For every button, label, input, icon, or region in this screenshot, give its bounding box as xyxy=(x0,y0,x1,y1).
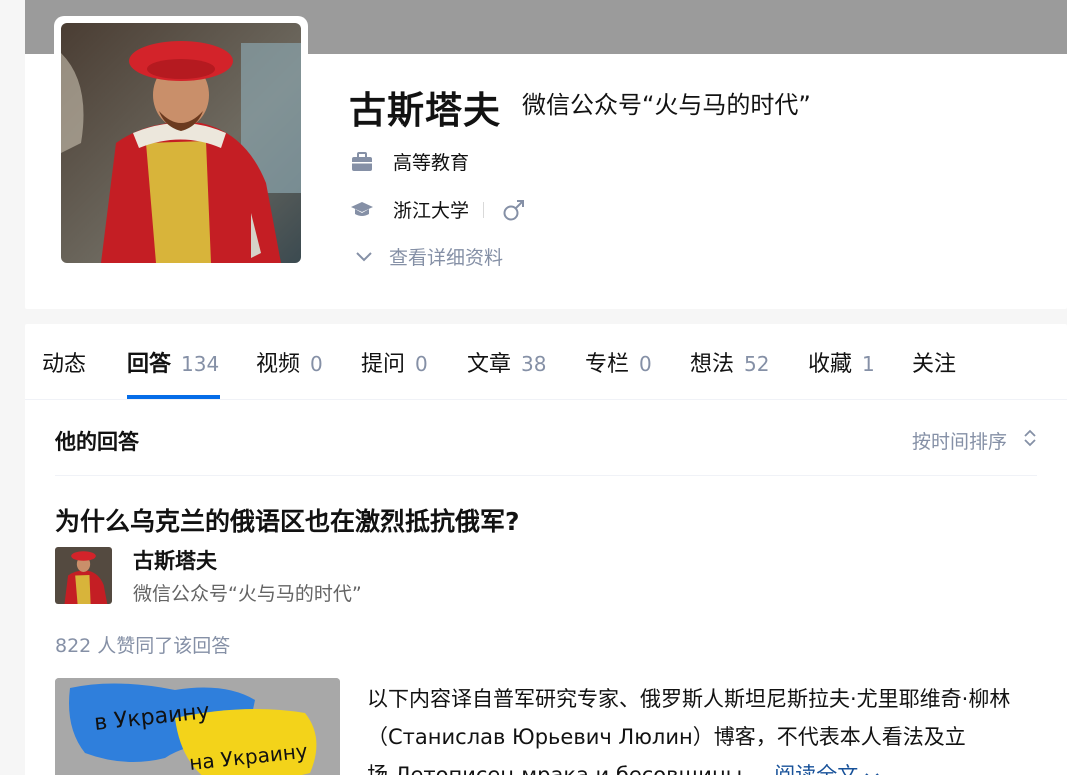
tab-count: 0 xyxy=(415,352,428,376)
read-more-link[interactable]: 阅读全文 xyxy=(774,763,879,775)
tab-count: 38 xyxy=(521,352,547,376)
answer-excerpt: 以下内容译自普军研究专家、俄罗斯人斯坦尼斯拉夫·尤里耶维奇·柳林（Станисл… xyxy=(367,680,1037,775)
tab-videos[interactable]: 视频 0 xyxy=(256,346,323,378)
view-details-button[interactable]: 查看详细资料 xyxy=(355,243,503,270)
author-name-link[interactable]: 古斯塔夫 xyxy=(133,545,217,575)
sort-by-time-button[interactable]: 按时间排序 xyxy=(912,427,1037,454)
portrait-thumbnail xyxy=(55,547,112,604)
tab-answers[interactable]: 回答 134 xyxy=(127,346,219,378)
profile-tabs: 动态 回答 134 视频 0 提问 0 文章 38 专栏 0 想法 52 收藏 … xyxy=(25,324,1067,400)
industry-text: 高等教育 xyxy=(393,152,470,174)
tab-collections[interactable]: 收藏 1 xyxy=(808,346,875,378)
profile-name: 古斯塔夫 xyxy=(349,89,501,132)
tab-articles[interactable]: 文章 38 xyxy=(467,346,546,378)
briefcase-icon xyxy=(349,149,375,175)
author-avatar[interactable] xyxy=(55,547,112,604)
chevron-down-icon xyxy=(355,246,373,268)
sort-label: 按时间排序 xyxy=(911,431,1007,453)
school-text: 浙江大学 xyxy=(393,200,470,222)
excerpt-text: 以下内容译自普军研究专家、俄罗斯人斯坦尼斯拉夫·尤里耶维奇·柳林（Станисл… xyxy=(367,687,1011,775)
male-gender-icon xyxy=(502,197,528,223)
tab-count: 0 xyxy=(639,352,652,376)
tab-count: 1 xyxy=(862,352,875,376)
read-more-label: 阅读全文 xyxy=(774,763,859,775)
ukraine-map-image: в Украину на Украину xyxy=(55,678,340,775)
divider xyxy=(483,201,485,218)
section-title: 他的回答 xyxy=(55,430,139,454)
industry-row: 高等教育 xyxy=(349,148,469,175)
tab-pins[interactable]: 想法 52 xyxy=(690,346,769,378)
author-headline: 微信公众号“火与马的时代” xyxy=(133,583,362,605)
profile-headline: 微信公众号“火与马的时代” xyxy=(522,91,811,119)
tab-columns[interactable]: 专栏 0 xyxy=(585,346,652,378)
vote-count-text: 822 人赞同了该回答 xyxy=(55,635,231,657)
tab-activities[interactable]: 动态 xyxy=(42,346,86,378)
question-title-link[interactable]: 为什么乌克兰的俄语区也在激烈抵抗俄军? xyxy=(55,502,520,538)
graduation-cap-icon xyxy=(349,197,375,223)
answer-cover-image[interactable]: в Украину на Украину xyxy=(55,678,340,775)
portrait-image xyxy=(61,23,301,263)
tab-count: 0 xyxy=(310,352,323,376)
education-row: 浙江大学 xyxy=(349,196,528,223)
view-details-label: 查看详细资料 xyxy=(389,247,504,269)
tab-questions[interactable]: 提问 0 xyxy=(361,346,428,378)
sort-icon xyxy=(1023,428,1037,453)
active-tab-indicator xyxy=(127,395,220,399)
content-card: 动态 回答 134 视频 0 提问 0 文章 38 专栏 0 想法 52 收藏 … xyxy=(25,324,1067,775)
tab-following[interactable]: 关注 xyxy=(912,346,956,378)
profile-avatar[interactable] xyxy=(54,16,308,270)
tab-count: 134 xyxy=(181,352,220,376)
answers-section-header: 他的回答 按时间排序 xyxy=(55,401,1037,476)
tab-count: 52 xyxy=(744,352,770,376)
